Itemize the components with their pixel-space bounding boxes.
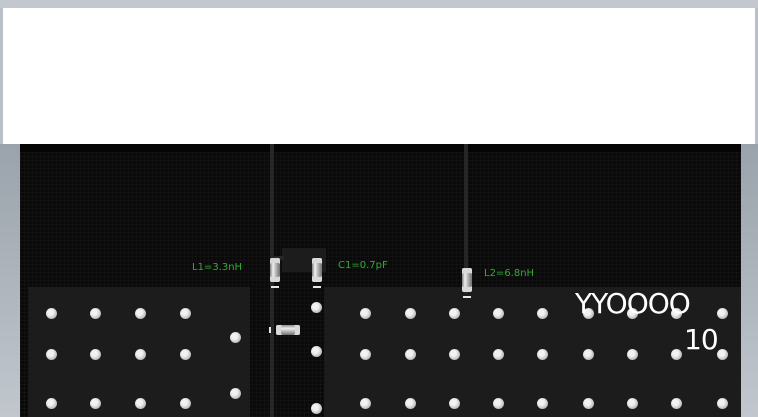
via (90, 349, 101, 360)
via (449, 349, 460, 360)
via (360, 308, 371, 319)
via (493, 349, 504, 360)
c1-pad (313, 286, 321, 288)
board-edge (20, 144, 741, 152)
via (537, 308, 548, 319)
via (583, 398, 594, 409)
via (493, 308, 504, 319)
capacitor-c1 (312, 258, 322, 282)
c1-label: C1=0.7pF (338, 260, 388, 271)
via (135, 349, 146, 360)
via (717, 349, 728, 360)
via (135, 308, 146, 319)
via (90, 398, 101, 409)
via (627, 349, 638, 360)
via (311, 346, 322, 357)
inductor-l2 (462, 268, 472, 292)
via (405, 398, 416, 409)
l1-label: L1=3.3nH (192, 262, 243, 273)
via (405, 308, 416, 319)
via (46, 349, 57, 360)
right-margin (741, 144, 758, 417)
via (230, 332, 241, 343)
via (180, 349, 191, 360)
l2-label: L2=6.8nH (484, 268, 535, 279)
via (230, 388, 241, 399)
via (449, 398, 460, 409)
via (449, 308, 460, 319)
shunt-pad (269, 327, 271, 333)
via (583, 349, 594, 360)
inductor-l1 (270, 258, 280, 282)
pcb-board: L1=3.3nH C1=0.7pF L2=6.8nH YYOOOO 10 (20, 144, 741, 417)
via (360, 398, 371, 409)
blank-panel (3, 8, 755, 145)
l1-pad (271, 286, 279, 288)
via (311, 403, 322, 414)
via (537, 398, 548, 409)
via (360, 349, 371, 360)
via (90, 308, 101, 319)
via (717, 308, 728, 319)
shunt-component (276, 325, 300, 335)
silkscreen-code: YYOOOO (575, 287, 691, 320)
via (537, 349, 548, 360)
via (180, 308, 191, 319)
via (717, 398, 728, 409)
l2-pad (463, 296, 471, 298)
left-margin (0, 144, 20, 417)
via (46, 398, 57, 409)
top-frame (0, 0, 758, 8)
via (493, 398, 504, 409)
via (405, 349, 416, 360)
via (135, 398, 146, 409)
via (671, 349, 682, 360)
via (627, 398, 638, 409)
via (671, 398, 682, 409)
via (311, 302, 322, 313)
silkscreen-number: 10 (684, 323, 719, 356)
via (180, 398, 191, 409)
via (46, 308, 57, 319)
